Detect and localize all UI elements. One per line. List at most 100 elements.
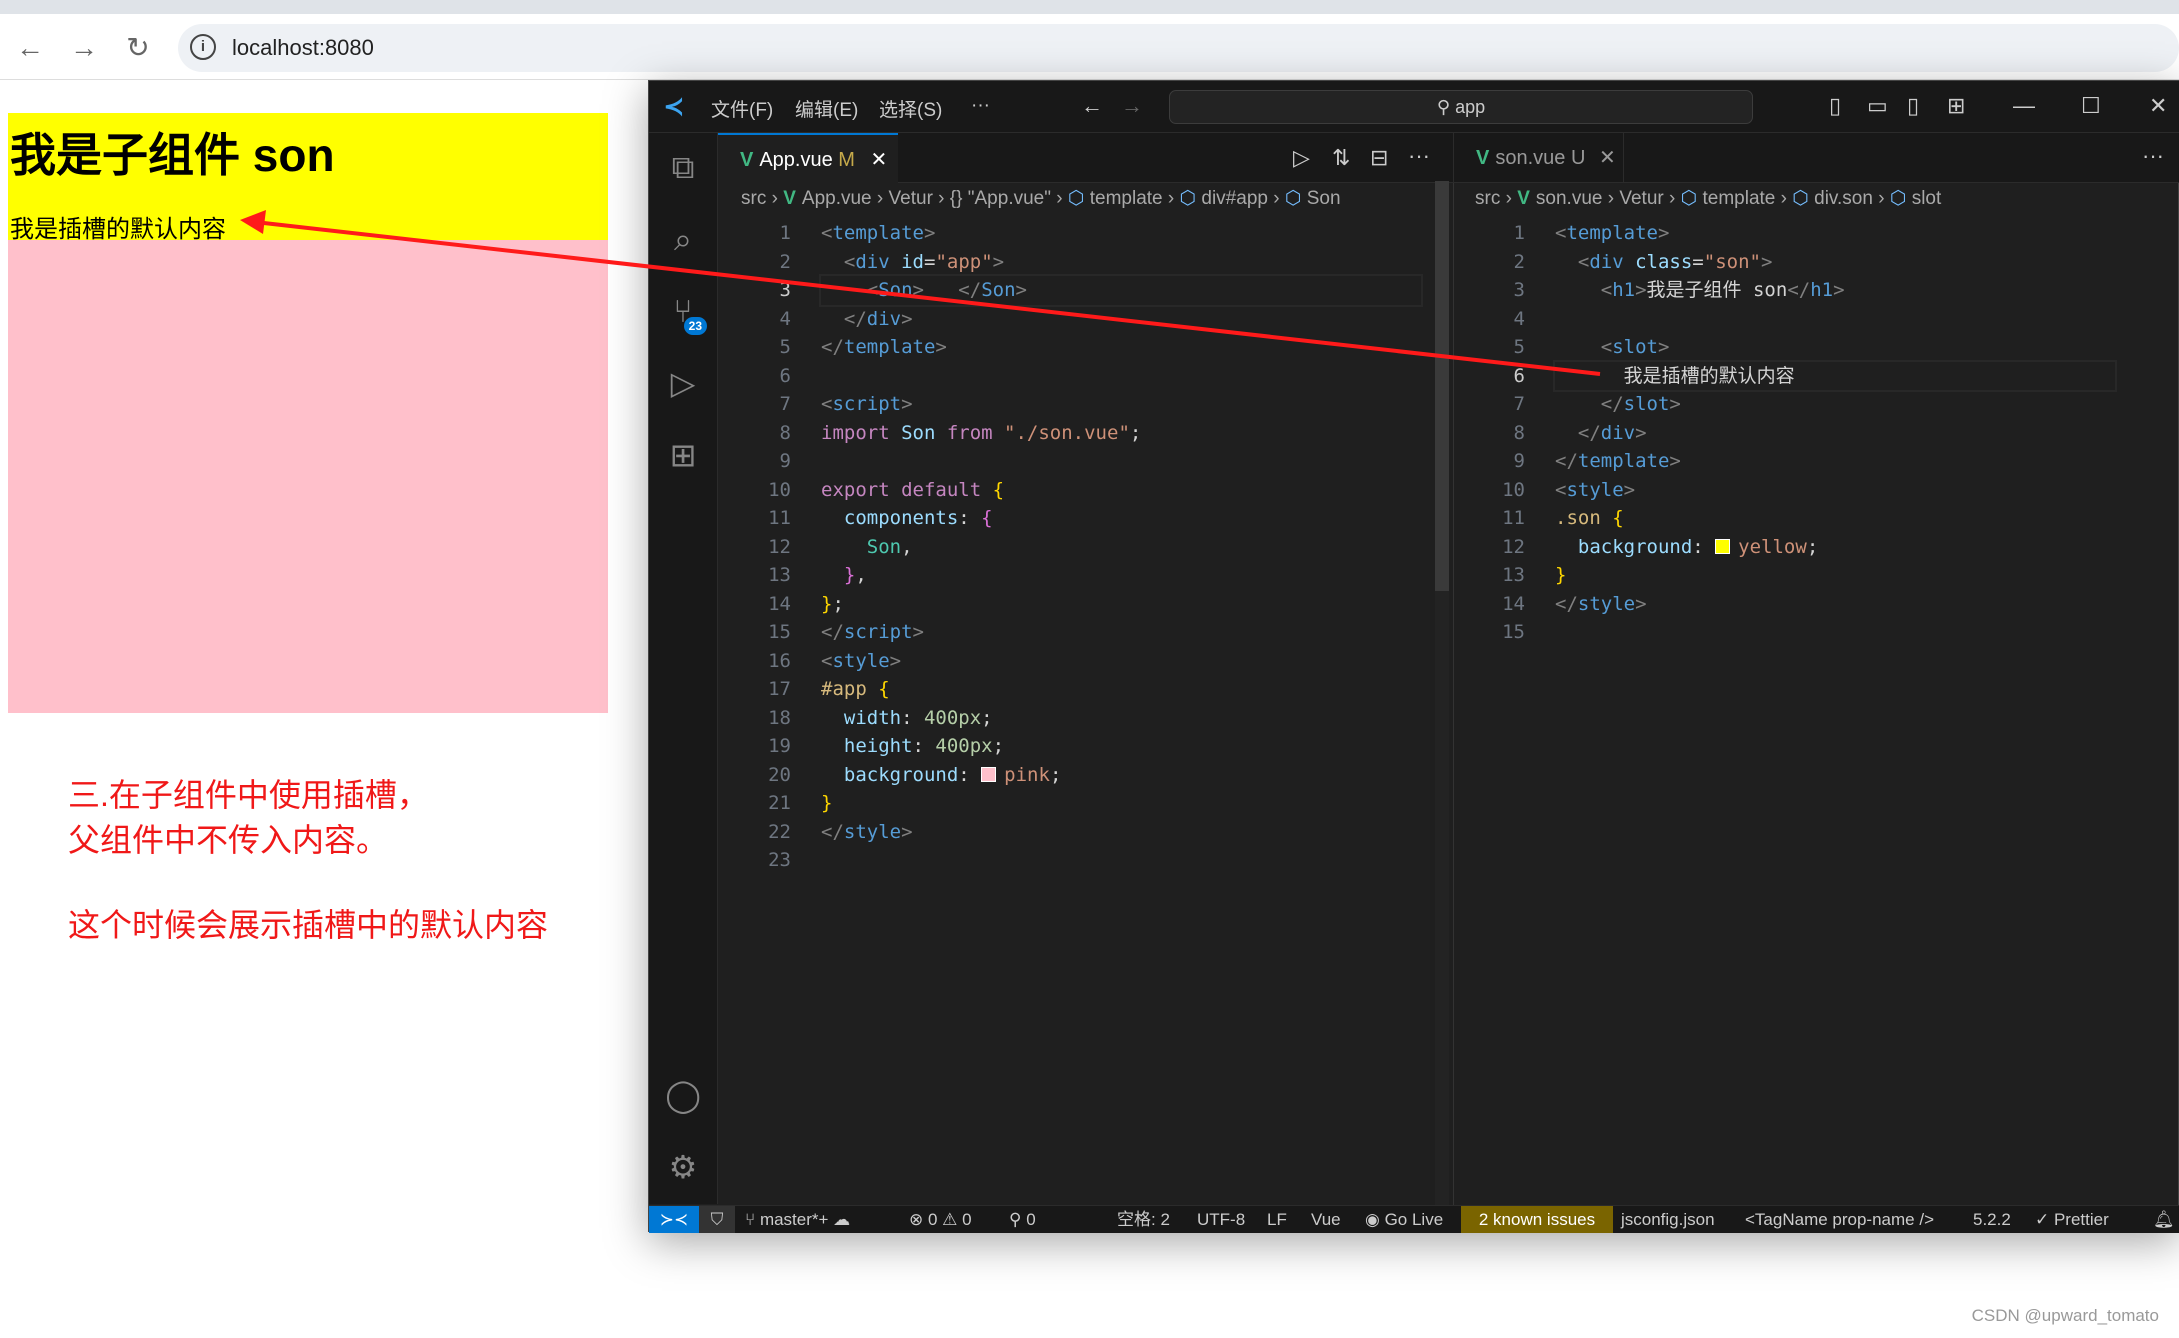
breadcrumb-item[interactable]: ⬡ slot (1890, 188, 1941, 209)
run-icon[interactable]: ▷ (1293, 145, 1310, 171)
back-icon[interactable]: ← (10, 28, 50, 68)
code-token: div (1600, 421, 1636, 444)
code-line: components: { (821, 504, 1421, 533)
maximize-icon[interactable]: ☐ (2081, 93, 2101, 119)
tab-son-vue[interactable]: Vson.vue U ✕ (1454, 133, 1624, 183)
code-editor-left[interactable]: <template> <div id="app"> <Son> </Son> <… (819, 219, 1423, 875)
check-icon: ✓ (2035, 1210, 2054, 1229)
breadcrumb-label: template (1702, 188, 1776, 209)
breadcrumb-item[interactable]: {} "App.vue" (950, 188, 1051, 209)
notifications-bell-icon[interactable]: 🔔︎ (2153, 1206, 2175, 1233)
code-line: </style> (1555, 590, 2115, 619)
menu-selection[interactable]: 选择(S) (879, 95, 942, 122)
eol-item[interactable]: LF (1267, 1206, 1287, 1233)
breadcrumb-item[interactable]: ⬡ Son (1285, 188, 1341, 209)
extensions-icon[interactable]: ⊞ (661, 433, 705, 477)
code-line: } (821, 789, 1421, 818)
line-number: 13 (768, 564, 791, 586)
reload-icon[interactable]: ↻ (118, 28, 158, 68)
toggle-panel-icon[interactable]: ▭ (1867, 93, 1888, 119)
breadcrumb-item[interactable]: Vetur (889, 188, 933, 209)
settings-gear-icon[interactable]: ⚙ (661, 1145, 705, 1189)
breadcrumb-item[interactable]: Vson.vue (1517, 188, 1602, 209)
code-line: background: yellow; (1555, 533, 2115, 562)
scm-badge: 23 (683, 317, 707, 335)
nav-forward-icon[interactable]: → (1121, 93, 1143, 119)
code-token: pink (1004, 763, 1050, 786)
source-control-icon[interactable]: ⑂ 23 (661, 289, 707, 335)
breadcrumb-item[interactable]: ⬡ template (1681, 188, 1776, 209)
symbol-cube-icon: ⬡ (1889, 188, 1912, 209)
menu-more[interactable]: ··· (971, 95, 990, 117)
compare-changes-icon[interactable]: ⇅ (1332, 145, 1350, 171)
code-editor-right[interactable]: <template> <div class="son"> <h1>我是子组件 s… (1553, 219, 2117, 647)
language-item[interactable]: Vue (1311, 1206, 1341, 1233)
tagname-item[interactable]: <TagName prop-name /> (1745, 1206, 1934, 1233)
prettier-item[interactable]: ✓ Prettier (2035, 1206, 2109, 1233)
problems-item[interactable]: ⊗ 0 ⚠ 0 (909, 1206, 972, 1233)
remote-icon[interactable]: ≻≺ (649, 1206, 699, 1233)
note-line-2: 父组件中不传入内容。 (68, 822, 389, 858)
prettier-label: Prettier (2053, 1210, 2109, 1229)
accounts-icon[interactable]: ◯ (661, 1073, 705, 1117)
code-token: > (912, 621, 924, 643)
breadcrumb-item[interactable]: Vetur (1619, 188, 1663, 209)
code-token: > (1669, 450, 1681, 472)
forward-icon[interactable]: → (64, 28, 104, 68)
info-icon[interactable]: i (190, 34, 216, 60)
run-debug-icon[interactable]: ▷ (661, 361, 705, 405)
code-token: components (821, 507, 959, 529)
toggle-secondary-sidebar-icon[interactable]: ▯ (1907, 93, 1919, 119)
code-token: ; (1806, 535, 1819, 558)
ports-item[interactable]: ⚲ 0 (1009, 1206, 1036, 1233)
address-bar[interactable]: i localhost:8080 (178, 24, 2179, 72)
code-line: } (1555, 561, 2115, 590)
line-number: 8 (1513, 421, 1525, 444)
golive-item[interactable]: ◉ Go Live (1365, 1206, 1443, 1233)
menu-file[interactable]: 文件(F) (711, 95, 773, 122)
code-token: height (821, 735, 913, 757)
breadcrumb-label: slot (1911, 188, 1942, 209)
color-swatch[interactable] (1715, 538, 1731, 554)
customize-layout-icon[interactable]: ⊞ (1947, 93, 1965, 119)
breadcrumb-separator: › (1775, 188, 1793, 209)
breadcrumb-item[interactable]: ⬡ div.son (1792, 188, 1873, 209)
code-token: yellow (1738, 535, 1807, 558)
code-token: div (1589, 250, 1624, 273)
minimize-icon[interactable]: — (2013, 93, 2035, 119)
explorer-icon[interactable]: ⧉ (661, 145, 705, 189)
breadcrumb-item[interactable]: ⬡ div#app (1180, 188, 1268, 209)
more-actions-icon[interactable]: ··· (1408, 143, 1430, 169)
more-actions-icon[interactable]: ··· (2142, 143, 2164, 169)
split-editor-icon[interactable]: ⊟ (1370, 145, 1388, 171)
vue-file-icon: V (1476, 147, 1490, 169)
breadcrumb-item[interactable]: src (741, 188, 766, 209)
breadcrumb-item[interactable]: src (1475, 188, 1500, 209)
breadcrumb-item[interactable]: ⬡ template (1068, 188, 1163, 209)
left-scrollbar[interactable] (1435, 181, 1449, 1205)
code-line: <h1>我是子组件 son</h1> (1555, 276, 2115, 305)
version-item[interactable]: 5.2.2 (1973, 1206, 2011, 1233)
menu-edit[interactable]: 编辑(E) (795, 95, 858, 122)
color-swatch[interactable] (981, 766, 997, 782)
symbol-cube-icon: ⬡ (1680, 188, 1703, 209)
toggle-sidebar-icon[interactable]: ▯ (1829, 93, 1841, 119)
encoding-item[interactable]: UTF-8 (1197, 1206, 1245, 1233)
known-issues-item[interactable]: 2 known issues (1461, 1206, 1613, 1233)
code-token: > (1657, 222, 1670, 244)
title-bar: ≺ 文件(F) 编辑(E) 选择(S) ··· ← → ⚲ app ▯ ▭ ▯ … (649, 81, 2179, 133)
jsconfig-item[interactable]: jsconfig.json (1621, 1206, 1715, 1233)
nav-back-icon[interactable]: ← (1081, 93, 1103, 119)
indentation-item[interactable]: 空格: 2 (1117, 1206, 1170, 1233)
tab-app-vue[interactable]: V App.vue M ✕ (718, 133, 898, 183)
close-tab-icon[interactable]: ✕ (871, 149, 888, 171)
shield-icon[interactable]: ⛉ (699, 1206, 735, 1233)
close-tab-icon[interactable]: ✕ (1599, 147, 1616, 169)
search-view-icon[interactable]: ⌕ (661, 217, 705, 261)
command-center-search[interactable]: ⚲ app (1169, 90, 1753, 124)
close-window-icon[interactable]: ✕ (2149, 93, 2167, 119)
branch-item[interactable]: ⑂ master*+ ☁ (745, 1206, 850, 1233)
breadcrumb-item[interactable]: V App.vue (783, 188, 871, 209)
breadcrumb-separator: › (871, 188, 889, 209)
